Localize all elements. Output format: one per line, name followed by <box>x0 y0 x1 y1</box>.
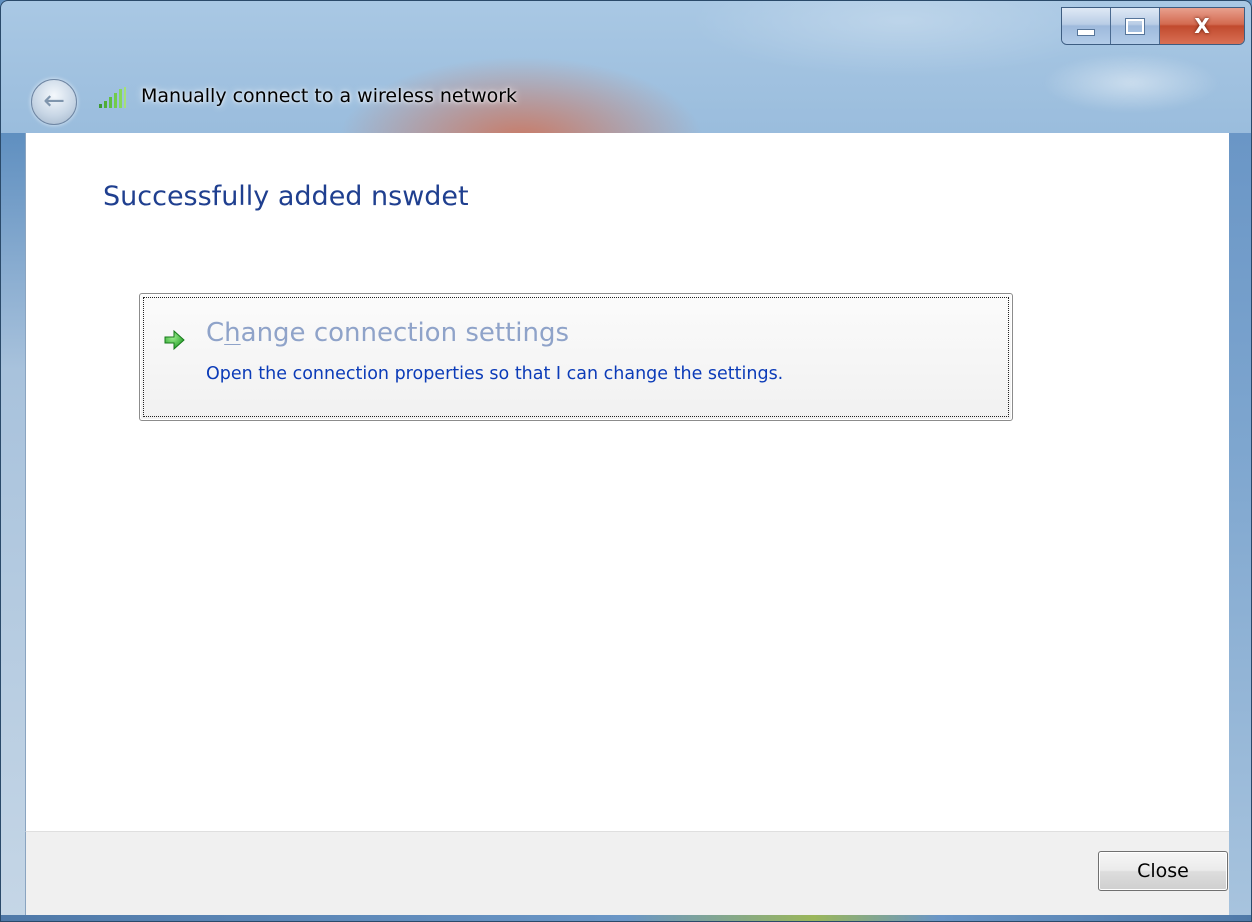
command-link-title-prefix: C <box>206 318 225 348</box>
focus-rectangle <box>143 297 1009 417</box>
back-arrow-icon: ← <box>43 86 65 116</box>
background-window-glow <box>1041 53 1221 113</box>
content-area: Successfully added nswdet Change connect… <box>25 133 1229 831</box>
window-frame-bottom <box>1 915 1251 921</box>
page-title: Successfully added nswdet <box>103 181 469 212</box>
change-connection-settings-link[interactable]: Change connection settings Open the conn… <box>139 293 1013 421</box>
close-button[interactable]: Close <box>1098 851 1228 891</box>
green-arrow-icon <box>164 329 185 351</box>
maximize-icon <box>1125 17 1145 35</box>
minimize-button[interactable] <box>1062 8 1111 44</box>
caption-buttons: X <box>1061 7 1245 45</box>
maximize-button[interactable] <box>1111 8 1160 44</box>
dialog-window: X ← Manually connect to a wireless netwo… <box>0 0 1252 922</box>
minimize-icon <box>1077 28 1095 36</box>
title-bar[interactable]: X ← Manually connect to a wireless netwo… <box>1 1 1251 133</box>
command-link-title-accelerator: h <box>224 318 241 348</box>
close-window-button[interactable]: X <box>1160 8 1244 44</box>
close-icon: X <box>1194 14 1210 38</box>
back-button[interactable]: ← <box>31 79 77 125</box>
window-title: Manually connect to a wireless network <box>141 85 518 107</box>
button-footer: Close <box>25 831 1229 916</box>
window-frame-right <box>1227 133 1251 921</box>
command-link-description: Open the connection properties so that I… <box>206 364 784 384</box>
window-frame-left <box>1 133 25 921</box>
command-link-title-suffix: ange connection settings <box>240 318 570 348</box>
command-link-title: Change connection settings <box>206 318 569 348</box>
wireless-signal-icon <box>99 87 126 108</box>
